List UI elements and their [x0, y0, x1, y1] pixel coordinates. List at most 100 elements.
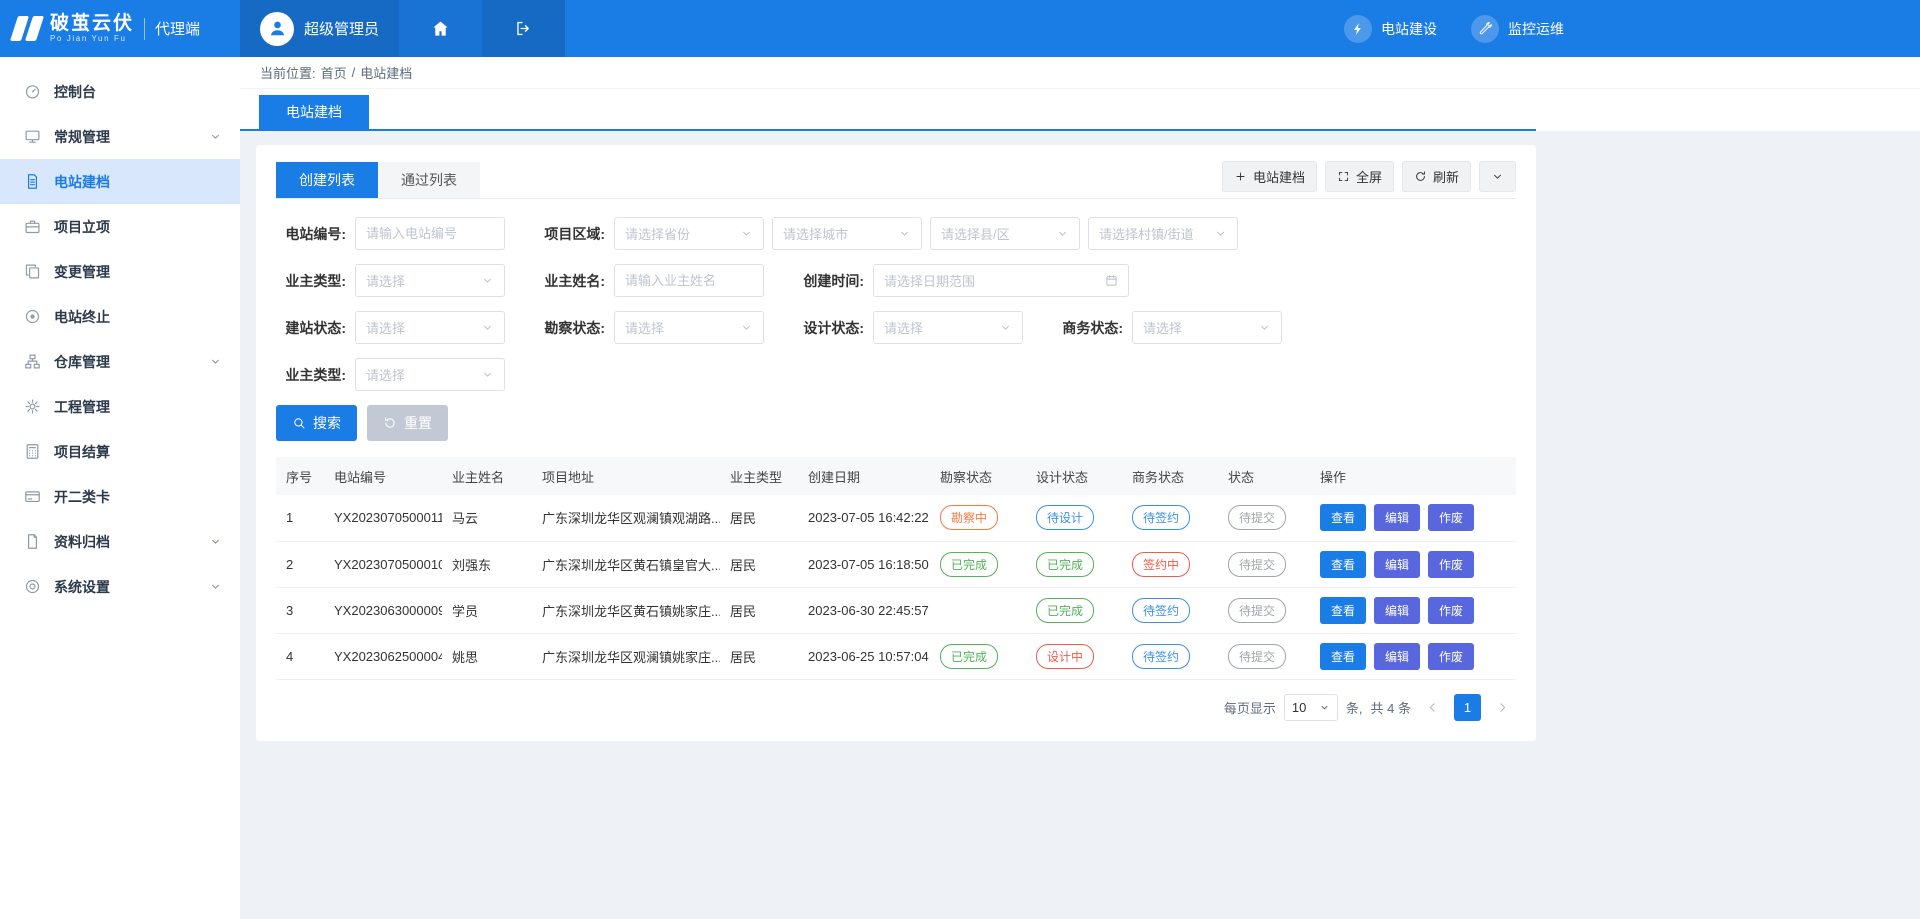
sidebar-item-data-archive[interactable]: 资料归档	[0, 519, 240, 564]
tab-create-list[interactable]: 创建列表	[276, 162, 378, 198]
cell-created-date: 2023-06-30 22:45:57	[798, 587, 930, 633]
void-button[interactable]: 作废	[1428, 643, 1474, 670]
filter-field: 项目区域: 请选择省份请选择城市请选择县/区请选择村镇/街道	[535, 217, 1238, 250]
reset-button-label: 重置	[404, 413, 432, 433]
sidebar-item-engineering-management[interactable]: 工程管理	[0, 384, 240, 429]
build-status-select[interactable]: 请选择	[355, 311, 505, 344]
column-header: 商务状态	[1122, 457, 1218, 495]
filter-buttons: 搜索 重置	[276, 405, 1516, 441]
cell-actions: 查看编辑作废	[1310, 541, 1516, 587]
sidebar-item-station-filing[interactable]: 电站建档	[0, 159, 240, 204]
sidebar-item-general-management[interactable]: 常规管理	[0, 114, 240, 159]
sidebar-item-console[interactable]: 控制台	[0, 69, 240, 114]
view-button[interactable]: 查看	[1320, 504, 1366, 531]
status-badge: 签约中	[1132, 552, 1190, 577]
view-button[interactable]: 查看	[1320, 643, 1366, 670]
chevron-down-icon	[898, 227, 911, 240]
sidebar-item-system-settings[interactable]: 系统设置	[0, 564, 240, 609]
void-button[interactable]: 作废	[1428, 504, 1474, 531]
cell-station-code: YX2023070500011	[324, 495, 442, 541]
cell-owner-name: 姚思	[442, 633, 532, 679]
owner-name-input[interactable]	[614, 264, 764, 297]
cell-business-status: 待签约	[1122, 587, 1218, 633]
station-code-input[interactable]	[355, 217, 505, 250]
void-button[interactable]: 作废	[1428, 551, 1474, 578]
refresh-button[interactable]: 刷新	[1402, 161, 1471, 192]
filter-controls: 请选择省份请选择城市请选择县/区请选择村镇/街道	[614, 217, 1238, 250]
city-select[interactable]: 请选择城市	[772, 217, 922, 250]
status-badge: 待提交	[1228, 552, 1286, 577]
business-status-select[interactable]: 请选择	[1132, 311, 1282, 344]
quick-link-monitor-ops[interactable]: 监控运维	[1471, 15, 1564, 43]
card-icon	[24, 488, 41, 505]
chevron-down-icon	[1258, 321, 1271, 334]
refresh-icon	[1414, 170, 1427, 183]
town-select[interactable]: 请选择村镇/街道	[1088, 217, 1238, 250]
create-time-range[interactable]: 请选择日期范围	[873, 264, 1129, 297]
quick-link-label: 监控运维	[1508, 19, 1564, 39]
sidebar-item-second-class-card[interactable]: 开二类卡	[0, 474, 240, 519]
table-body: 1 YX2023070500011 马云 广东深圳龙华区观澜镇观湖路... 居民…	[276, 495, 1516, 679]
user-menu[interactable]: 超级管理员	[240, 0, 399, 57]
reset-button[interactable]: 重置	[367, 405, 448, 441]
fullscreen-button[interactable]: 全屏	[1325, 161, 1394, 192]
select-placeholder: 请选择	[366, 318, 405, 337]
bolt-icon	[1344, 15, 1372, 43]
status-badge: 已完成	[940, 644, 998, 669]
cell-address: 广东深圳龙华区黄石镇姚家庄...	[532, 587, 720, 633]
gauge-icon	[24, 83, 41, 100]
sidebar-item-project-settlement[interactable]: 项目结算	[0, 429, 240, 474]
search-icon	[292, 416, 306, 430]
search-button[interactable]: 搜索	[276, 405, 357, 441]
design-status-select[interactable]: 请选择	[873, 311, 1023, 344]
filter-controls: 请选择	[355, 264, 505, 297]
sidebar-item-label: 电站终止	[54, 307, 110, 327]
view-button[interactable]: 查看	[1320, 597, 1366, 624]
filter-controls: 请选择	[1132, 311, 1282, 344]
per-page-select[interactable]: 10	[1284, 694, 1338, 721]
edit-button[interactable]: 编辑	[1374, 551, 1420, 578]
filter-label: 商务状态:	[1053, 318, 1123, 338]
cell-status: 待提交	[1218, 587, 1310, 633]
collapse-button[interactable]	[1479, 161, 1516, 192]
cell-actions: 查看编辑作废	[1310, 495, 1516, 541]
current-page-button[interactable]: 1	[1454, 694, 1481, 721]
edit-button[interactable]: 编辑	[1374, 504, 1420, 531]
filter-field: 勘察状态: 请选择	[535, 311, 764, 344]
view-button[interactable]: 查看	[1320, 551, 1366, 578]
edit-button[interactable]: 编辑	[1374, 643, 1420, 670]
create-station-button[interactable]: 电站建档	[1222, 161, 1317, 192]
filter-row: 业主类型: 请选择	[276, 358, 1516, 391]
void-button[interactable]: 作废	[1428, 597, 1474, 624]
sidebar: 控制台 常规管理 电站建档 项目立项 变更管理 电站终止 仓库管理 工程管理	[0, 57, 240, 919]
next-page-button[interactable]	[1489, 694, 1516, 721]
prev-page-button[interactable]	[1419, 694, 1446, 721]
sidebar-item-station-termination[interactable]: 电站终止	[0, 294, 240, 339]
chevron-down-icon	[740, 321, 753, 334]
quick-link-station-build[interactable]: 电站建设	[1344, 15, 1437, 43]
tool-button-label: 全屏	[1356, 167, 1382, 186]
sidebar-item-warehouse-management[interactable]: 仓库管理	[0, 339, 240, 384]
edit-button[interactable]: 编辑	[1374, 597, 1420, 624]
app-edition-label: 代理端	[155, 18, 200, 39]
sidebar-item-project-initiation[interactable]: 项目立项	[0, 204, 240, 249]
owner-type2-select[interactable]: 请选择	[355, 358, 505, 391]
cell-design-status: 已完成	[1026, 587, 1122, 633]
filter-label: 项目区域:	[535, 224, 605, 244]
province-select[interactable]: 请选择省份	[614, 217, 764, 250]
sidebar-item-label: 工程管理	[54, 397, 110, 417]
owner-type-select[interactable]: 请选择	[355, 264, 505, 297]
filter-label: 建站状态:	[276, 318, 346, 338]
logout-button[interactable]	[482, 0, 565, 57]
survey-status-select[interactable]: 请选择	[614, 311, 764, 344]
page-tab-station-filing[interactable]: 电站建档	[259, 95, 369, 129]
breadcrumb-home[interactable]: 首页	[321, 63, 347, 82]
filter-form: 电站编号: 项目区域: 请选择省份请选择城市请选择县/区请选择村镇/街道 业主类…	[276, 199, 1516, 391]
tab-pass-list[interactable]: 通过列表	[378, 162, 480, 198]
cell-station-code: YX2023070500010	[324, 541, 442, 587]
county-select[interactable]: 请选择县/区	[930, 217, 1080, 250]
cell-seq: 1	[276, 495, 324, 541]
home-button[interactable]	[399, 0, 482, 57]
sidebar-item-change-management[interactable]: 变更管理	[0, 249, 240, 294]
main-area: 当前位置: 首页 / 电站建档 电站建档 创建列表通过列表 电站建档全屏刷新 电…	[240, 57, 1920, 919]
